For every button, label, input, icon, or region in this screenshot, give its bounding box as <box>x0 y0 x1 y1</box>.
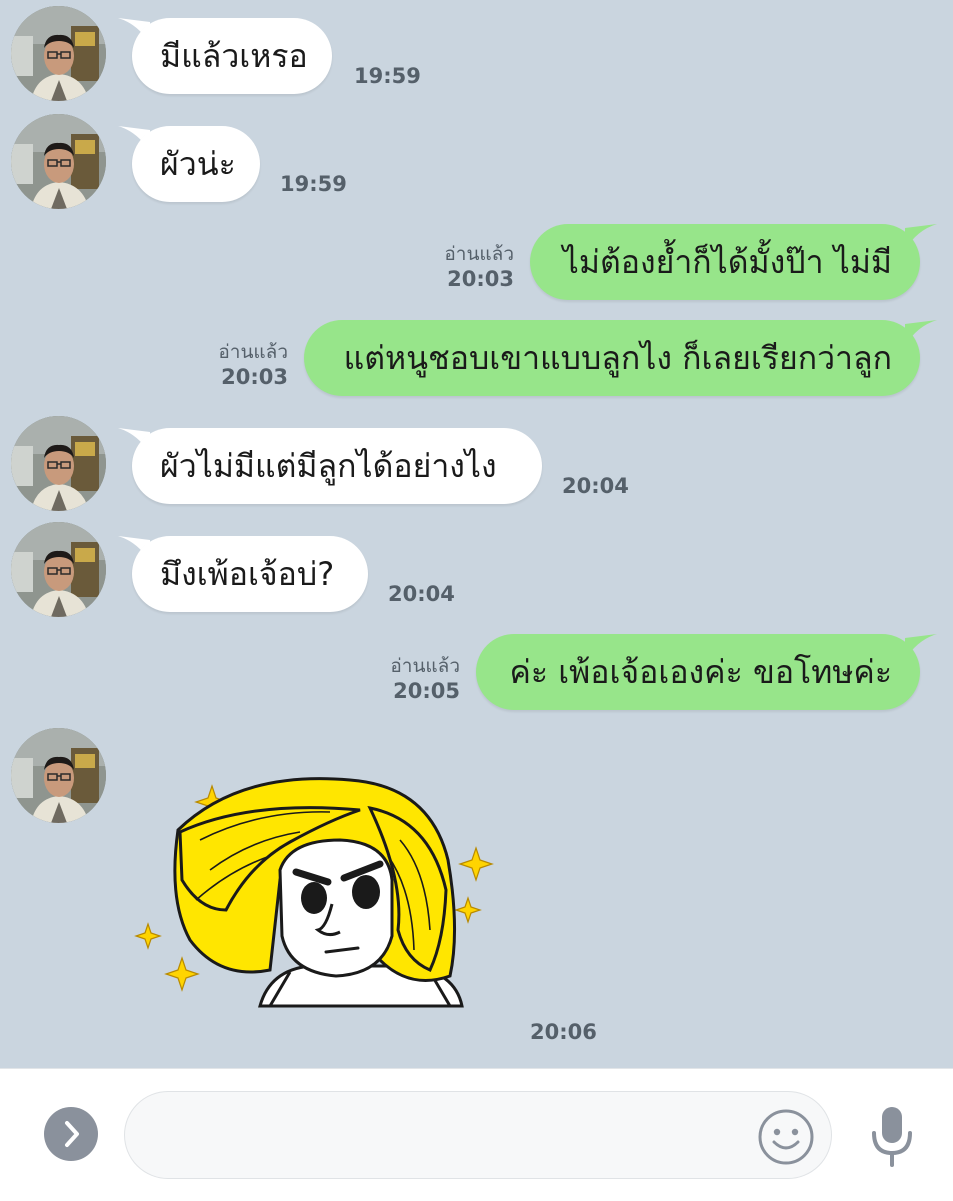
sender-avatar[interactable] <box>11 416 106 511</box>
microphone-button[interactable] <box>862 1103 922 1171</box>
message-text: มึงเพ้อเจ้อบ่? <box>160 555 335 593</box>
read-receipt: อ่านแล้ว 20:03 <box>400 242 514 292</box>
read-status: อ่านแล้ว <box>390 655 460 677</box>
sender-avatar[interactable] <box>11 522 106 617</box>
message-time: 19:59 <box>280 172 347 196</box>
message-time: 20:03 <box>447 267 514 291</box>
message-input[interactable] <box>124 1091 832 1179</box>
message-text: มีแล้วเหรอ <box>160 37 308 75</box>
bubble-tail <box>905 224 937 250</box>
incoming-message-bubble[interactable]: ผัวไม่มีแต่มีลูกได้อย่างไง <box>132 428 542 504</box>
message-text: ไม่ต้องย้ำก็ได้มั้งป๊า ไม่มี <box>562 243 892 281</box>
incoming-message-bubble[interactable]: มึงเพ้อเจ้อบ่? <box>132 536 368 612</box>
read-receipt: อ่านแล้ว 20:03 <box>172 340 288 390</box>
emoji-button[interactable] <box>756 1107 816 1167</box>
avatar-photo <box>11 728 106 823</box>
read-status: อ่านแล้ว <box>218 341 288 363</box>
message-time: 20:05 <box>393 679 460 703</box>
read-receipt: อ่านแล้ว 20:05 <box>350 654 460 704</box>
message-text: ผัวไม่มีแต่มีลูกได้อย่างไง <box>160 447 497 485</box>
sender-avatar[interactable] <box>11 6 106 101</box>
emoji-icon <box>758 1109 814 1165</box>
avatar-photo <box>11 114 106 209</box>
message-text: ค่ะ เพ้อเจ้อเองค่ะ ขอโทษค่ะ <box>509 653 892 691</box>
avatar-photo <box>11 522 106 617</box>
outgoing-message-bubble[interactable]: ไม่ต้องย้ำก็ได้มั้งป๊า ไม่มี <box>530 224 920 300</box>
message-text: แต่หนูชอบเขาแบบลูกไง ก็เลยเรียกว่าลูก <box>343 339 892 377</box>
message-time: 19:59 <box>354 64 421 88</box>
message-time: 20:04 <box>388 582 455 606</box>
message-input-bar <box>0 1068 953 1201</box>
incoming-message-bubble[interactable]: มีแล้วเหรอ <box>132 18 332 94</box>
sender-avatar[interactable] <box>11 114 106 209</box>
message-time: 20:03 <box>221 365 288 389</box>
read-status: อ่านแล้ว <box>444 243 514 265</box>
bubble-tail <box>905 634 937 660</box>
outgoing-message-bubble[interactable]: ค่ะ เพ้อเจ้อเองค่ะ ขอโทษค่ะ <box>476 634 920 710</box>
sender-avatar[interactable] <box>11 728 106 823</box>
avatar-photo <box>11 416 106 511</box>
expand-button[interactable] <box>44 1107 98 1161</box>
chevron-right-icon <box>65 1121 79 1147</box>
outgoing-message-bubble[interactable]: แต่หนูชอบเขาแบบลูกไง ก็เลยเรียกว่าลูก <box>304 320 920 396</box>
incoming-message-bubble[interactable]: ผัวน่ะ <box>132 126 260 202</box>
avatar-photo <box>11 6 106 101</box>
message-time: 20:06 <box>530 1020 597 1044</box>
bubble-tail <box>905 320 937 346</box>
message-text: ผัวน่ะ <box>160 145 236 183</box>
chat-area: มีแล้วเหรอ 19:59 ผัวน่ะ 19:59 อ่านแล้ว 2… <box>0 0 953 1068</box>
message-time: 20:04 <box>562 474 629 498</box>
microphone-icon <box>872 1107 912 1167</box>
blonde-hair-sticker[interactable] <box>130 760 500 1010</box>
